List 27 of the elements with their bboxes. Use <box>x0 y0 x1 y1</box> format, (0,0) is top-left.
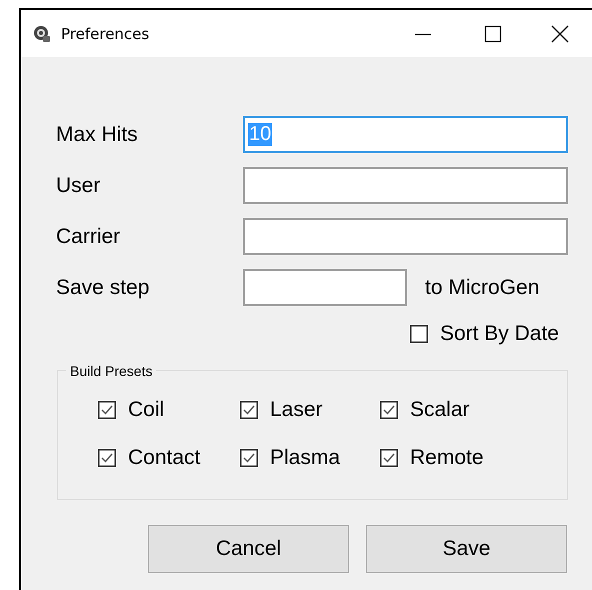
app-icon <box>33 24 51 42</box>
checkbox[interactable] <box>240 449 258 467</box>
checkbox-label: Plasma <box>270 446 340 470</box>
checkbox[interactable] <box>98 401 116 419</box>
checkbox-label: Remote <box>410 446 484 470</box>
field-label: Carrier <box>56 224 122 248</box>
window-title: Preferences <box>61 24 150 42</box>
checkbox-label: Contact <box>128 446 200 470</box>
cancel-button[interactable]: Cancel <box>148 525 349 573</box>
field-label: Max Hits <box>56 122 139 146</box>
group-title: Build Presets <box>66 363 156 379</box>
checkbox[interactable] <box>98 449 116 467</box>
field-label: User <box>56 174 102 198</box>
checkbox-label: Coil <box>128 398 164 422</box>
input-field[interactable] <box>243 167 568 204</box>
checkbox[interactable] <box>380 449 398 467</box>
checkbox-label: Sort By Date <box>440 322 559 346</box>
checkbox[interactable] <box>380 401 398 419</box>
input-field[interactable] <box>243 269 407 306</box>
checkbox-label: Scalar <box>410 398 470 422</box>
field-suffix-label: to MicroGen <box>425 276 540 300</box>
checkbox[interactable] <box>240 401 258 419</box>
checkbox[interactable] <box>410 325 428 343</box>
save-button[interactable]: Save <box>366 525 567 573</box>
field-label: Save step <box>56 276 150 300</box>
input-field[interactable] <box>243 218 568 255</box>
checkbox-label: Laser <box>270 398 323 422</box>
